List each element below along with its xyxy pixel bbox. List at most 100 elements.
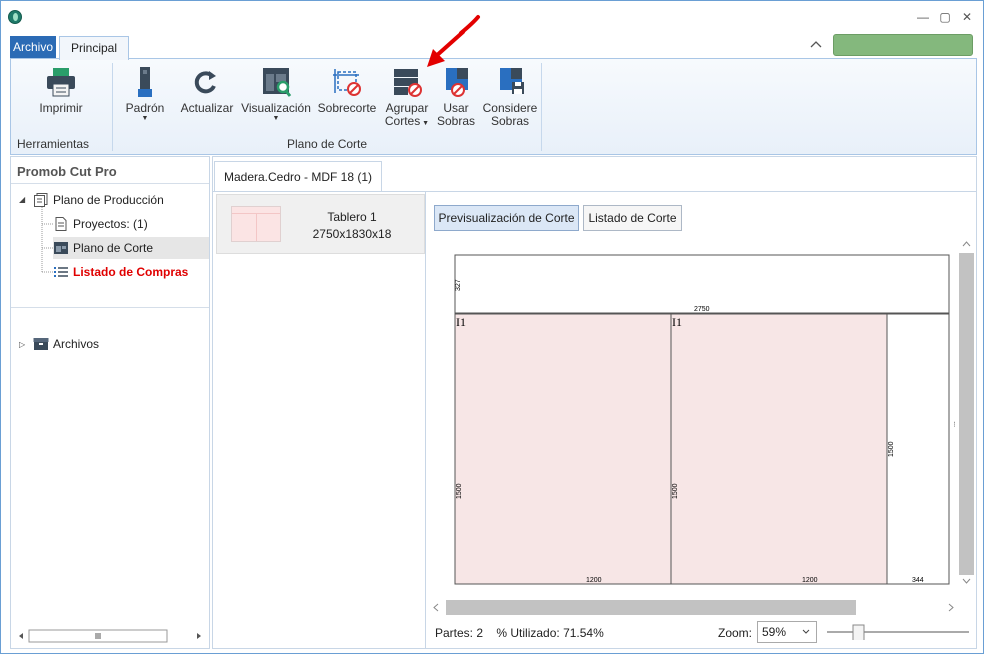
considere-label-1: Considere: [482, 101, 538, 115]
chevron-down-icon: ▼: [272, 115, 280, 122]
visualizacion-icon: [258, 65, 294, 99]
board-dimensions: 2750x1830x18: [312, 227, 392, 241]
dim-label: 1500: [888, 441, 895, 457]
padron-button[interactable]: Padrón ▼: [121, 65, 169, 123]
minimize-button[interactable]: —: [915, 9, 931, 25]
app-window: — ▢ ✕ Archivo Principal Imprimir Herrami…: [0, 0, 984, 654]
chevron-down-icon: ▼: [420, 120, 430, 127]
sidebar-item-proyectos[interactable]: Proyectos: (1): [53, 213, 203, 235]
piece-rect[interactable]: [454, 313, 672, 585]
sidebar-item-listado-de-compras[interactable]: Listado de Compras: [53, 261, 203, 283]
piece-label: I1: [672, 315, 682, 329]
close-button[interactable]: ✕: [959, 9, 975, 25]
expand-arrow-icon[interactable]: ◢: [19, 195, 25, 204]
list-icon: [53, 264, 69, 278]
documents-icon: [33, 192, 49, 207]
sobrecorte-icon: [329, 65, 365, 99]
status-indicator: [833, 34, 973, 56]
sidebar-item-archivos[interactable]: Archivos: [33, 333, 203, 355]
tab-document[interactable]: Madera.Cedro - MDF 18 (1): [214, 161, 382, 191]
cut-list-button[interactable]: Listado de Corte: [583, 205, 682, 231]
refresh-icon: [189, 65, 225, 99]
expand-arrow-icon[interactable]: ▷: [19, 340, 25, 349]
parts-count: Partes: 2: [435, 626, 484, 640]
divider: [11, 307, 209, 308]
horizontal-scrollbar[interactable]: [429, 599, 975, 616]
ribbon: Imprimir Herramientas Padrón ▼ Actualiza…: [10, 15, 977, 155]
dim-label: 327: [455, 279, 462, 291]
collapse-ribbon-icon[interactable]: [808, 39, 824, 53]
imprimir-label: Imprimir: [39, 101, 83, 115]
group-separator: [541, 63, 542, 151]
pointer-arrow-icon: [427, 15, 480, 67]
document-icon: [53, 216, 69, 231]
maximize-button[interactable]: ▢: [937, 9, 953, 25]
considere-sobras-button[interactable]: Considere Sobras: [481, 65, 539, 128]
tab-principal[interactable]: Principal: [59, 36, 129, 60]
zoom-label: Zoom:: [718, 626, 753, 640]
chevron-down-icon: ▼: [141, 115, 149, 122]
group-label-herramientas: Herramientas: [17, 137, 90, 151]
board-item[interactable]: Tablero 1 2750x1830x18: [216, 194, 425, 254]
agrupar-label-2: Cortes: [384, 114, 421, 128]
board-info: Tablero 1 2750x1830x18: [287, 209, 417, 243]
sidebar-item-label: Listado de Compras: [73, 265, 189, 279]
agrupar-cortes-icon: [389, 65, 425, 99]
usar-label-2: Sobras: [436, 114, 476, 128]
sobrecorte-button[interactable]: Sobrecorte: [315, 65, 379, 115]
sobrecorte-label: Sobrecorte: [317, 101, 377, 115]
dim-label: 1500: [456, 483, 463, 499]
ribbon-tabs: Archivo Principal: [1, 34, 983, 60]
visualizacion-label: Visualización: [241, 101, 311, 115]
title-bar: — ▢ ✕: [1, 1, 983, 33]
group-separator: [112, 63, 113, 151]
agrupar-label-1: Agrupar: [385, 101, 429, 115]
sidebar: Promob Cut Pro ◢ Plano de Producción Pro…: [10, 156, 210, 649]
printer-icon: [43, 65, 79, 99]
zoom-select[interactable]: 59%: [757, 621, 817, 643]
dim-label: 1200: [586, 577, 602, 584]
board-list: Tablero 1 2750x1830x18: [213, 192, 426, 648]
dim-label: 344: [912, 577, 924, 584]
zoom-slider[interactable]: [827, 624, 969, 640]
remainder-rect: [886, 313, 950, 585]
cutting-plan-icon: [53, 240, 69, 254]
zoom-value: 59%: [762, 625, 787, 639]
preview-button[interactable]: Previsualización de Corte: [434, 205, 579, 231]
sidebar-item-label: Proyectos: (1): [73, 217, 148, 231]
agrupar-cortes-button[interactable]: Agrupar Cortes ▼: [381, 65, 433, 130]
dim-label: 1500: [672, 483, 679, 499]
vertical-scrollbar[interactable]: [958, 237, 975, 587]
considere-label-2: Sobras: [490, 114, 530, 128]
board-name: Tablero 1: [327, 210, 377, 224]
piece-rect[interactable]: [670, 313, 888, 585]
piece-label: I1: [456, 315, 466, 329]
padron-icon: [127, 65, 163, 99]
divider: [11, 183, 209, 184]
actualizar-label: Actualizar: [180, 101, 234, 115]
usar-label-1: Usar: [443, 101, 469, 115]
sidebar-item-plano-de-corte[interactable]: Plano de Corte: [53, 237, 209, 259]
main-panel: Madera.Cedro - MDF 18 (1) Tablero 1 2750…: [212, 156, 977, 649]
visualizacion-button[interactable]: Visualización ▼: [240, 65, 312, 123]
sidebar-title: Promob Cut Pro: [17, 164, 117, 179]
archive-box-icon: [33, 336, 49, 350]
sidebar-horizontal-scrollbar[interactable]: [17, 629, 203, 643]
usar-sobras-button[interactable]: Usar Sobras: [435, 65, 477, 128]
actualizar-button[interactable]: Actualizar: [177, 65, 237, 115]
cutting-plan-canvas[interactable]: 327 2750 I1 I1 1500 1500 1500 1200 1200 …: [440, 237, 960, 609]
dim-label: 1200: [802, 577, 818, 584]
tab-archivo[interactable]: Archivo: [10, 36, 56, 58]
dim-label: 2750: [694, 306, 710, 313]
sidebar-item-label: Archivos: [53, 337, 100, 351]
imprimir-button[interactable]: Imprimir: [31, 65, 91, 115]
app-logo-icon: [8, 10, 22, 24]
considere-sobras-icon: [492, 65, 528, 99]
sidebar-item-plano-de-produccion[interactable]: Plano de Producción: [33, 189, 203, 211]
sidebar-item-label: Plano de Producción: [53, 193, 164, 207]
edge-marker: ...: [950, 421, 957, 427]
utilization: % Utilizado: 71.54%: [496, 626, 604, 640]
top-strip: [454, 254, 950, 314]
board-thumbnail: [231, 206, 281, 242]
sidebar-item-label: Plano de Corte: [73, 241, 154, 255]
